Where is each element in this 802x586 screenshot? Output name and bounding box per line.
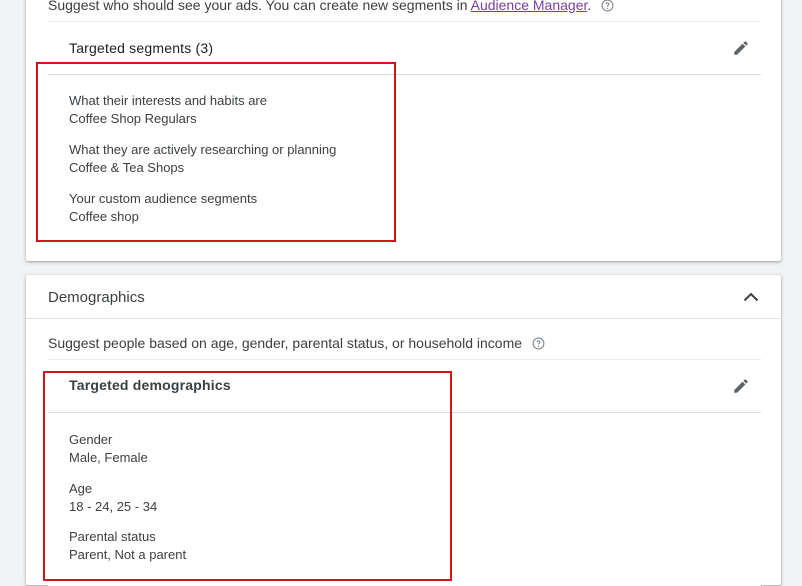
demographic-value: Parent, Not a parent [69, 547, 187, 562]
edit-demographics-button[interactable] [729, 374, 753, 398]
collapse-button[interactable] [739, 287, 763, 307]
demographics-intro-text: Suggest people based on age, gender, par… [48, 335, 523, 351]
pencil-icon [734, 379, 748, 393]
edit-segments-button[interactable] [729, 36, 753, 60]
audience-segments-card: Suggest who should see your ads. You can… [26, 0, 781, 261]
targeted-demographics-header: Targeted demographics [48, 360, 761, 413]
targeted-segments-header: Targeted segments (3) [48, 22, 761, 75]
segment-label: What their interests and habits are [69, 93, 267, 108]
demographic-item: Age 18 - 24, 25 - 34 [69, 480, 157, 516]
segment-item: What their interests and habits are Coff… [69, 92, 267, 128]
demographic-label: Gender [69, 432, 113, 447]
demographic-value: 18 - 24, 25 - 34 [69, 499, 158, 514]
targeted-demographics-panel: Targeted demographics Gender Male, Femal… [48, 359, 761, 586]
segment-value: Coffee & Tea Shops [69, 160, 185, 175]
demographic-item: Gender Male, Female [69, 431, 148, 467]
segment-value: Coffee Shop Regulars [69, 111, 197, 126]
demographic-label: Parental status [69, 529, 156, 544]
audience-manager-link[interactable]: Audience Manager [471, 0, 588, 13]
demographic-value: Male, Female [69, 450, 148, 465]
targeted-segments-title: Targeted segments (3) [69, 40, 214, 56]
segment-label: Your custom audience segments [69, 191, 258, 206]
demographic-item: Parental status Parent, Not a parent [69, 528, 186, 564]
audience-intro-text: Suggest who should see your ads. You can… [48, 0, 468, 13]
targeted-segments-panel: Targeted segments (3) What their interes… [48, 21, 761, 254]
help-circle-icon[interactable] [601, 0, 614, 15]
audience-intro-end: . [587, 0, 592, 13]
demographics-title: Demographics [48, 289, 145, 306]
audience-intro: Suggest who should see your ads. You can… [48, 0, 614, 15]
targeted-demographics-title: Targeted demographics [69, 377, 231, 393]
demographics-card: Demographics Suggest people based on age… [26, 275, 781, 586]
pencil-icon [734, 41, 748, 55]
segment-value: Coffee shop [69, 209, 139, 224]
demographics-intro: Suggest people based on age, gender, par… [48, 335, 545, 353]
demographic-label: Age [69, 481, 93, 496]
help-circle-icon[interactable] [532, 337, 545, 353]
chevron-up-icon [743, 292, 759, 302]
demographics-header[interactable]: Demographics [26, 275, 781, 319]
segment-label: What they are actively researching or pl… [69, 142, 337, 157]
segment-item: Your custom audience segments Coffee sho… [69, 190, 257, 226]
segment-item: What they are actively researching or pl… [69, 141, 336, 177]
